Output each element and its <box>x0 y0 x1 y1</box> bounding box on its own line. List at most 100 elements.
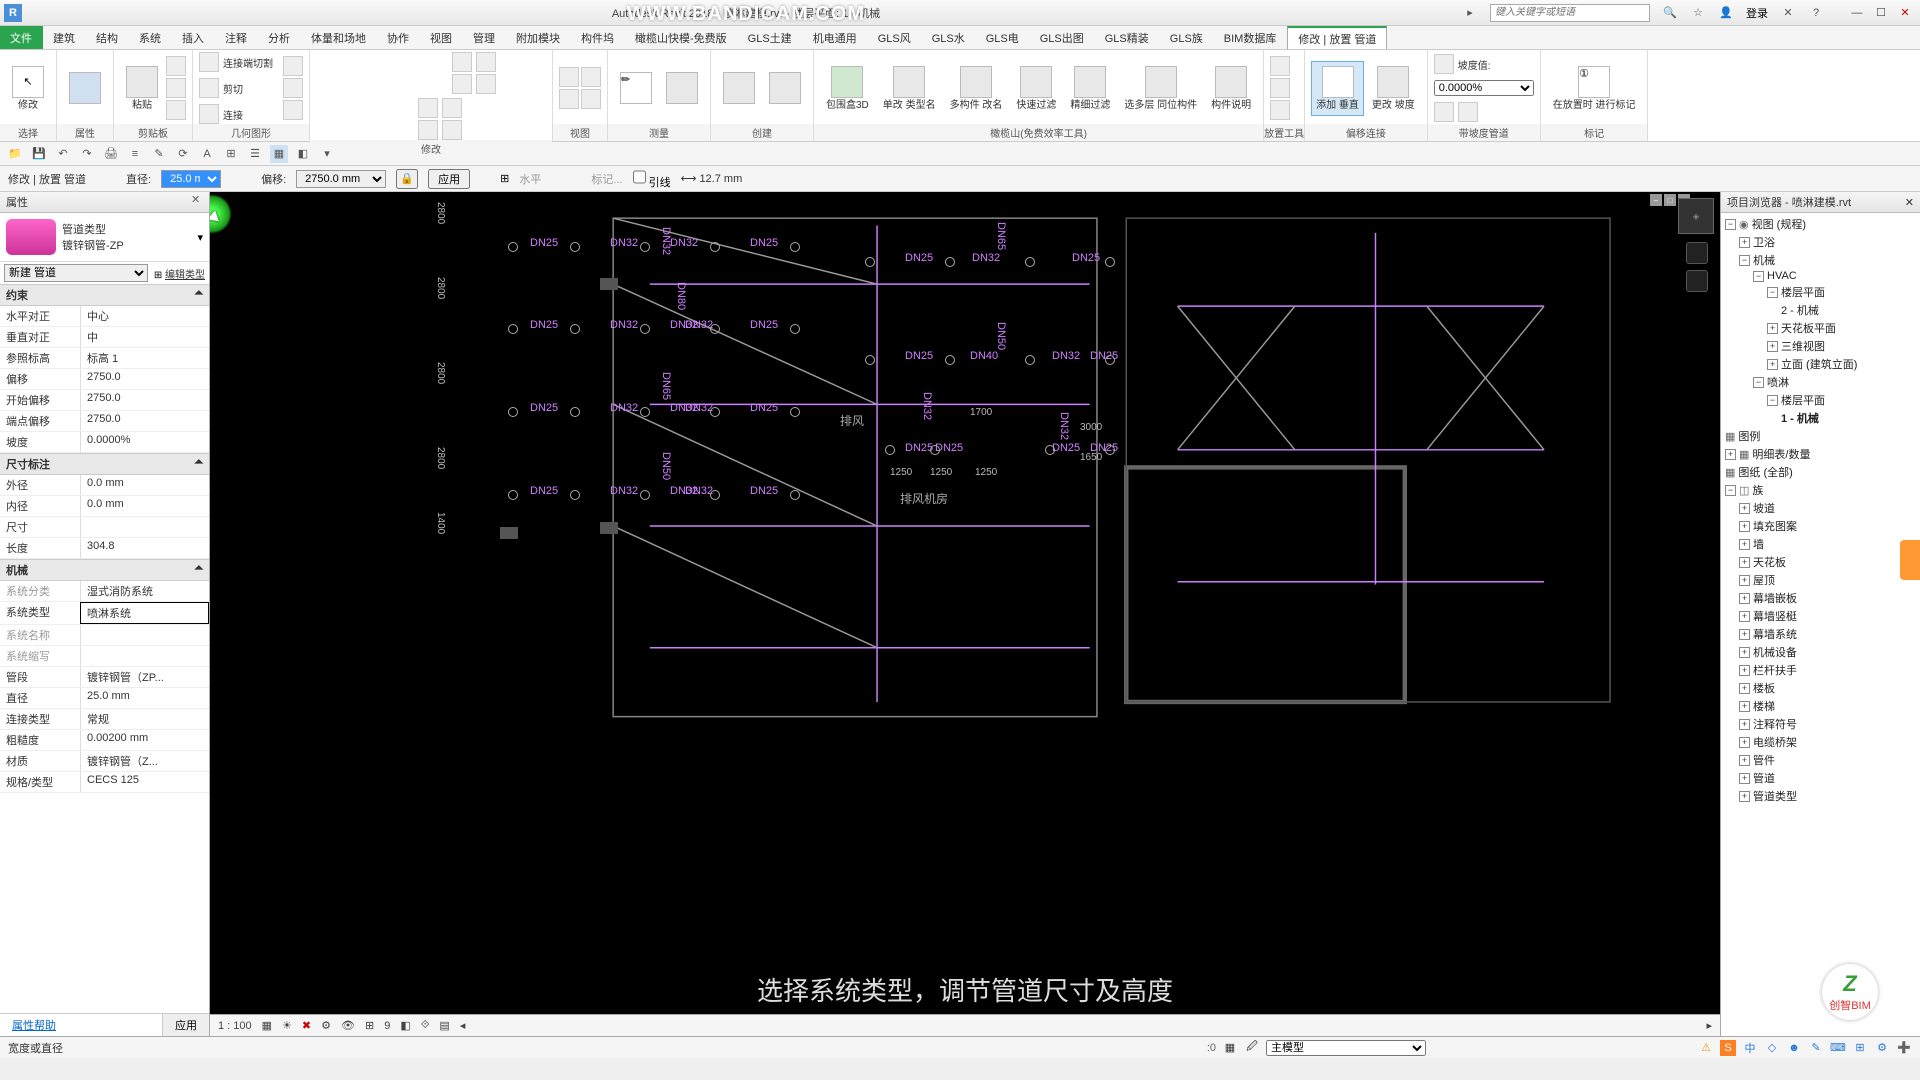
prop-row[interactable]: 系统缩写 <box>0 646 209 667</box>
prop-row[interactable]: 管段镀锌钢管（ZP... <box>0 667 209 688</box>
m6[interactable] <box>418 120 438 140</box>
ol7[interactable]: 构件说明 <box>1205 64 1257 113</box>
vb-6[interactable]: ⊞ <box>365 1019 374 1032</box>
v4[interactable] <box>581 89 601 109</box>
m7[interactable] <box>442 98 462 118</box>
tree-node[interactable]: +天花板平面 <box>1721 319 1920 337</box>
side-tab[interactable] <box>1900 540 1920 580</box>
vb-scroll-right[interactable]: ▸ <box>1706 1019 1712 1032</box>
tab-gjw[interactable]: 构件坞 <box>571 26 625 49</box>
paste-button[interactable]: 粘贴 <box>120 64 164 113</box>
tree-node[interactable]: +注释符号 <box>1721 715 1920 733</box>
st-2[interactable]: 🖉 <box>1244 1040 1260 1056</box>
tab-olive[interactable]: 橄榄山快模-免费版 <box>625 26 738 49</box>
st-e[interactable]: ⌨ <box>1830 1040 1846 1056</box>
edit-type-link[interactable]: 编辑类型 <box>165 270 205 281</box>
grp-dim[interactable]: 尺寸标注 <box>6 456 50 472</box>
tab-manage[interactable]: 管理 <box>463 26 506 49</box>
tab-gls4[interactable]: GLS电 <box>976 26 1030 49</box>
qat-q3[interactable]: ⟳ <box>174 145 192 163</box>
ol1[interactable]: 包围盒3D <box>820 64 875 113</box>
minimize-button[interactable]: — <box>1846 4 1868 22</box>
ol6[interactable]: 选多层 同位构件 <box>1118 64 1203 113</box>
prop-row[interactable]: 系统类型喷淋系统 <box>0 602 209 625</box>
match-icon[interactable] <box>166 100 186 120</box>
pt3[interactable] <box>1270 100 1290 120</box>
st-h[interactable]: ➕ <box>1896 1040 1912 1056</box>
prop-row[interactable]: 坡度0.0000% <box>0 432 209 453</box>
qat-q5[interactable]: ⊞ <box>222 145 240 163</box>
close-button[interactable]: ✕ <box>1894 4 1916 22</box>
trim-icon[interactable] <box>418 58 448 88</box>
tree-node[interactable]: −机械 <box>1721 251 1920 269</box>
move-icon[interactable] <box>316 58 346 88</box>
tab-gls3[interactable]: GLS水 <box>922 26 976 49</box>
prop-row[interactable]: 粗糙度0.00200 mm <box>0 730 209 751</box>
tree-node[interactable]: −◉视图 (规程) <box>1721 215 1920 233</box>
prop-apply-button[interactable]: 应用 <box>162 1014 209 1036</box>
qat-q4[interactable]: A <box>198 145 216 163</box>
create1[interactable] <box>717 70 761 106</box>
prop-row[interactable]: 规格/类型CECS 125 <box>0 772 209 793</box>
type-dropdown-icon[interactable]: ▾ <box>197 231 203 244</box>
prop-row[interactable]: 系统分类湿式消防系统 <box>0 581 209 602</box>
vb-10[interactable]: ▤ <box>439 1019 449 1032</box>
prop-help-link[interactable]: 属性帮助 <box>6 1018 62 1034</box>
prop-row[interactable]: 系统名称 <box>0 625 209 646</box>
diameter-select[interactable]: 25.0 mm <box>161 170 221 188</box>
tab-bim[interactable]: BIM数据库 <box>1214 26 1288 49</box>
tree-node[interactable]: +墙 <box>1721 535 1920 553</box>
vb-1[interactable]: ▦ <box>262 1019 272 1032</box>
qat-q2[interactable]: ✎ <box>150 145 168 163</box>
scale-display[interactable]: 1 : 100 <box>218 1020 252 1032</box>
tree-node[interactable]: +栏杆扶手 <box>1721 661 1920 679</box>
tree-node[interactable]: +立面 (建筑立面) <box>1721 355 1920 373</box>
offset-select[interactable]: 2750.0 mm <box>296 170 386 188</box>
prop-row[interactable]: 长度304.8 <box>0 538 209 559</box>
tab-gls5[interactable]: GLS出图 <box>1030 26 1095 49</box>
ol3[interactable]: 多构件 改名 <box>944 64 1009 113</box>
qat-save[interactable]: 💾 <box>30 145 48 163</box>
tree-node[interactable]: +机械设备 <box>1721 643 1920 661</box>
st-g[interactable]: ⚙ <box>1874 1040 1890 1056</box>
vb-9[interactable]: ⟐ <box>421 1019 430 1032</box>
prop-row[interactable]: 外径0.0 mm <box>0 475 209 496</box>
tab-gls6[interactable]: GLS精装 <box>1095 26 1160 49</box>
help-icon[interactable]: ? <box>1808 5 1824 21</box>
tree-node[interactable]: +管件 <box>1721 751 1920 769</box>
grp-constraint[interactable]: 约束 <box>6 287 28 303</box>
st-b[interactable]: ◇ <box>1764 1040 1780 1056</box>
tree-node[interactable]: +▦明细表/数量 <box>1721 445 1920 463</box>
slope-icon[interactable] <box>1434 54 1454 74</box>
tree-node[interactable]: −HVAC <box>1721 269 1920 283</box>
g4-a[interactable] <box>283 56 303 76</box>
m3[interactable] <box>476 52 496 72</box>
tab-insert[interactable]: 插入 <box>172 26 215 49</box>
project-tree[interactable]: −◉视图 (规程)+卫浴−机械−HVAC−楼层平面2 - 机械+天花板平面+三维… <box>1721 213 1920 1036</box>
qat-q7[interactable]: ◧ <box>294 145 312 163</box>
st-ime[interactable]: S <box>1720 1040 1736 1056</box>
tab-view[interactable]: 视图 <box>420 26 463 49</box>
modify-tool[interactable]: ↖修改 <box>6 64 50 113</box>
tree-node[interactable]: +卫浴 <box>1721 233 1920 251</box>
lock-button[interactable]: 🔒 <box>396 169 418 189</box>
star-icon[interactable]: ☆ <box>1690 5 1706 21</box>
cut-icon[interactable] <box>166 56 186 76</box>
tree-node[interactable]: +屋顶 <box>1721 571 1920 589</box>
new-pipe-select[interactable]: 新建 管道 <box>4 264 148 282</box>
props-close-icon[interactable]: ✕ <box>191 193 205 207</box>
qat-q6[interactable]: ☰ <box>246 145 264 163</box>
tree-node[interactable]: −楼层平面 <box>1721 391 1920 409</box>
browser-close-icon[interactable]: ✕ <box>1905 196 1914 209</box>
create2[interactable] <box>763 70 807 106</box>
prop-row[interactable]: 内径0.0 mm <box>0 496 209 517</box>
slope-select[interactable]: 0.0000% <box>1434 80 1534 96</box>
tree-node[interactable]: −喷淋 <box>1721 373 1920 391</box>
qat-redo[interactable]: ↷ <box>78 145 96 163</box>
st-c[interactable]: ☻ <box>1786 1040 1802 1056</box>
tab-file[interactable]: 文件 <box>0 26 43 49</box>
measure-button[interactable]: ✏ <box>614 70 658 106</box>
browser-title[interactable]: 项目浏览器 - 喷淋建模.rvt <box>1727 194 1851 210</box>
g4-b[interactable] <box>283 78 303 98</box>
apply-button[interactable]: 应用 <box>428 169 470 189</box>
